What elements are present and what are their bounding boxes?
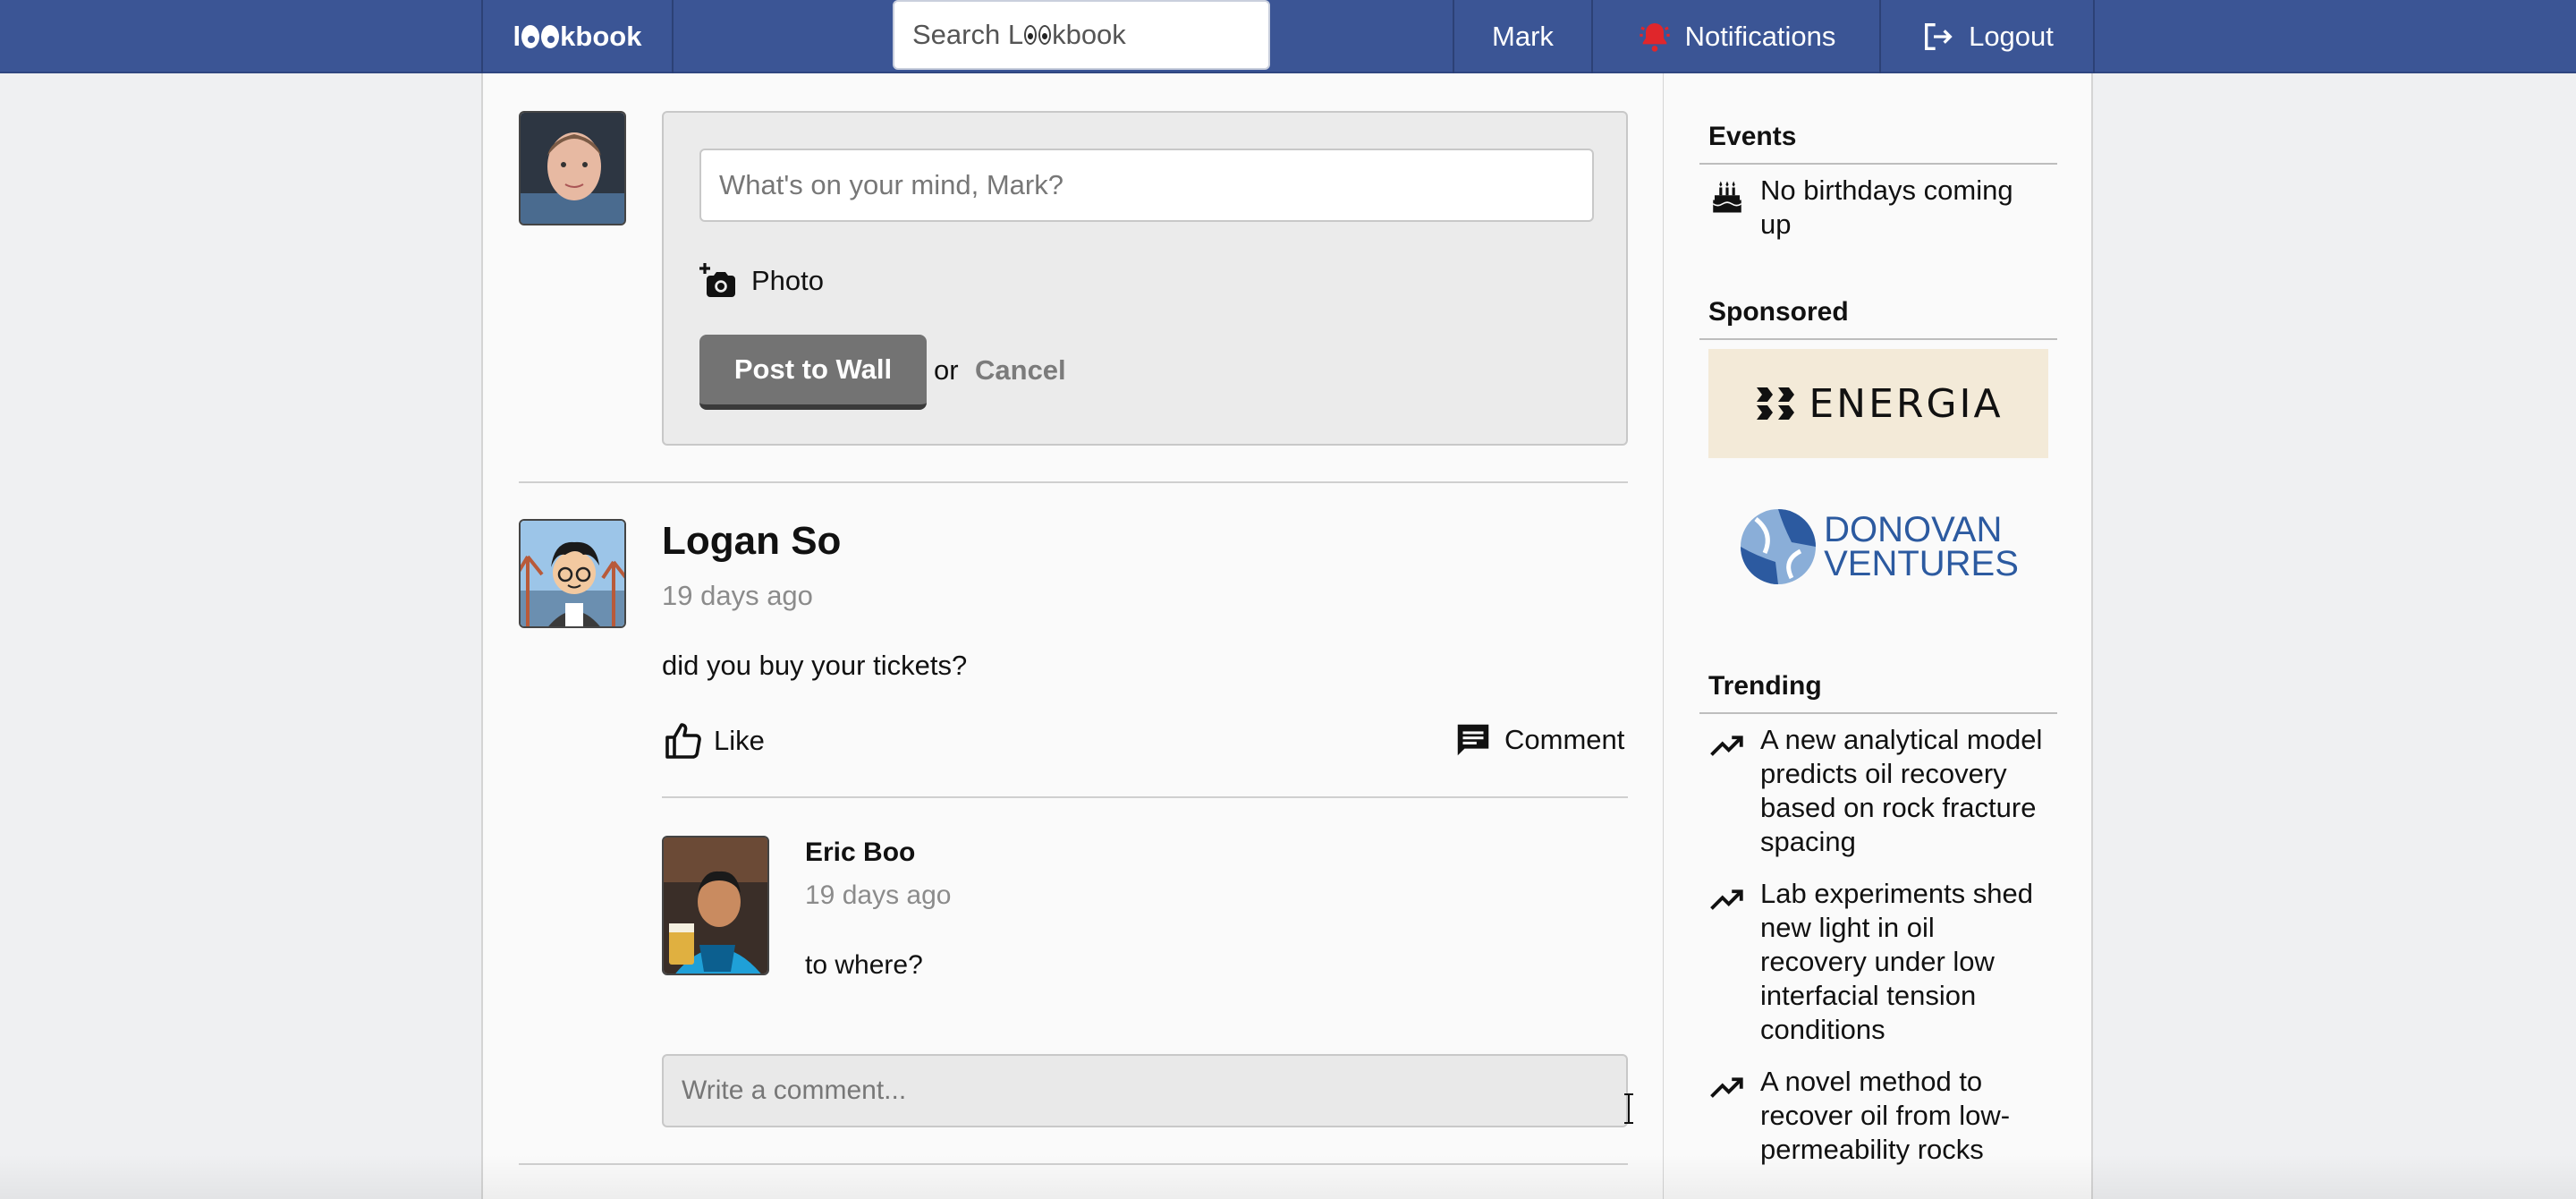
nav-logout-link[interactable]: Logout — [1879, 0, 2095, 73]
logo-text-suffix: kbook — [560, 21, 642, 52]
comment-label: Comment — [1504, 724, 1625, 755]
trending-up-icon — [1710, 889, 1743, 910]
top-navigation-bar: l kbook Search Lkbook Mark Notifications … — [0, 0, 2576, 73]
like-label: Like — [714, 725, 765, 756]
comment-body: to where? — [805, 950, 923, 980]
comment-author-name[interactable]: Eric Boo — [805, 838, 915, 868]
search-eye-icon — [1038, 25, 1052, 45]
logo-eye-icon — [521, 25, 540, 48]
trending-divider — [1699, 712, 2057, 714]
nav-notifications-label: Notifications — [1684, 21, 1836, 52]
events-divider — [1699, 163, 2057, 165]
current-user-avatar[interactable] — [519, 111, 626, 225]
donovan-wordmark-line2: VENTURES — [1824, 544, 2019, 583]
nav-user-label: Mark — [1492, 21, 1554, 52]
sponsored-heading: Sponsored — [1708, 297, 1849, 327]
post-author-name[interactable]: Logan So — [662, 519, 841, 564]
logo-eye-icon — [541, 25, 560, 48]
trending-item[interactable]: A novel method to recover oil from low-p… — [1708, 1065, 2048, 1167]
trending-item-label: A new analytical model predicts oil reco… — [1760, 724, 2043, 857]
trending-heading: Trending — [1708, 671, 1822, 701]
trending-item[interactable]: A new analytical model predicts oil reco… — [1708, 723, 2048, 859]
energia-logo-icon — [1757, 387, 1795, 420]
divider — [519, 481, 1628, 483]
trending-item-label: Lab experiments shed new light in oil re… — [1760, 878, 2034, 1045]
comment-author-photo — [664, 838, 767, 974]
nav-notifications-link[interactable]: Notifications — [1591, 0, 1879, 73]
lookbook-logo[interactable]: l kbook — [481, 0, 672, 73]
cancel-link[interactable]: Cancel — [975, 354, 1066, 387]
events-heading: Events — [1708, 122, 1797, 151]
logout-icon — [1925, 23, 1953, 50]
post-body: did you buy your tickets? — [662, 650, 968, 681]
sponsored-divider — [1699, 338, 2057, 340]
search-input[interactable]: Search L kbook — [893, 0, 1270, 70]
post-author-avatar[interactable] — [519, 519, 626, 628]
divider — [662, 796, 1628, 798]
search-eye-icon — [1024, 25, 1038, 45]
thumbs-up-icon — [665, 723, 701, 759]
add-photo-button[interactable]: Photo — [699, 259, 824, 302]
post-composer: What's on your mind, Mark? Photo Post to… — [662, 111, 1628, 446]
or-text: or — [934, 354, 959, 386]
add-photo-label: Photo — [751, 265, 825, 296]
post-to-wall-button[interactable]: Post to Wall — [699, 335, 927, 410]
trending-item-label: A novel method to recover oil from low-p… — [1760, 1066, 2011, 1165]
comment-author-avatar[interactable] — [662, 836, 769, 975]
divider — [519, 1163, 1628, 1165]
status-input-placeholder: What's on your mind, Mark? — [719, 169, 1063, 200]
write-comment-placeholder: Write a comment... — [682, 1076, 907, 1105]
comment-button[interactable]: Comment — [1453, 719, 1624, 761]
post-timestamp: 19 days ago — [662, 580, 813, 611]
nav-user-link[interactable]: Mark — [1453, 0, 1591, 73]
donovan-globe-icon — [1741, 509, 1817, 584]
search-placeholder-prefix: Search L — [912, 19, 1024, 50]
comment-timestamp: 19 days ago — [805, 880, 952, 910]
nav-logout-label: Logout — [1969, 21, 2054, 52]
comment-icon — [1457, 724, 1489, 756]
trending-up-icon — [1710, 736, 1743, 756]
write-comment-input[interactable]: Write a comment... — [662, 1054, 1633, 1127]
notification-bell-icon — [1639, 23, 1670, 52]
camera-plus-icon — [699, 263, 735, 297]
cartoon-avatar-image — [521, 521, 624, 626]
logo-text-prefix: l — [513, 21, 521, 52]
like-button[interactable]: Like — [662, 719, 765, 762]
status-input[interactable]: What's on your mind, Mark? — [699, 149, 1594, 222]
events-item: No birthdays coming up — [1708, 174, 2048, 242]
sponsor-energia-ad[interactable]: ENERGIA — [1708, 349, 2048, 458]
trending-item[interactable]: Lab experiments shed new light in oil re… — [1708, 877, 2048, 1047]
text-cursor-icon — [1624, 1093, 1633, 1124]
user-photo — [521, 113, 624, 224]
energia-wordmark: ENERGIA — [1809, 380, 2004, 427]
events-item-label: No birthdays coming up — [1760, 174, 2013, 240]
search-placeholder-suffix: kbook — [1052, 19, 1126, 50]
post-to-wall-label: Post to Wall — [733, 353, 893, 385]
sponsor-donovan-ad[interactable]: DONOVAN VENTURES — [1708, 492, 2048, 601]
birthday-cake-icon — [1713, 181, 1741, 213]
trending-up-icon — [1710, 1077, 1743, 1098]
donovan-wordmark-line1: DONOVAN — [1824, 510, 2003, 549]
